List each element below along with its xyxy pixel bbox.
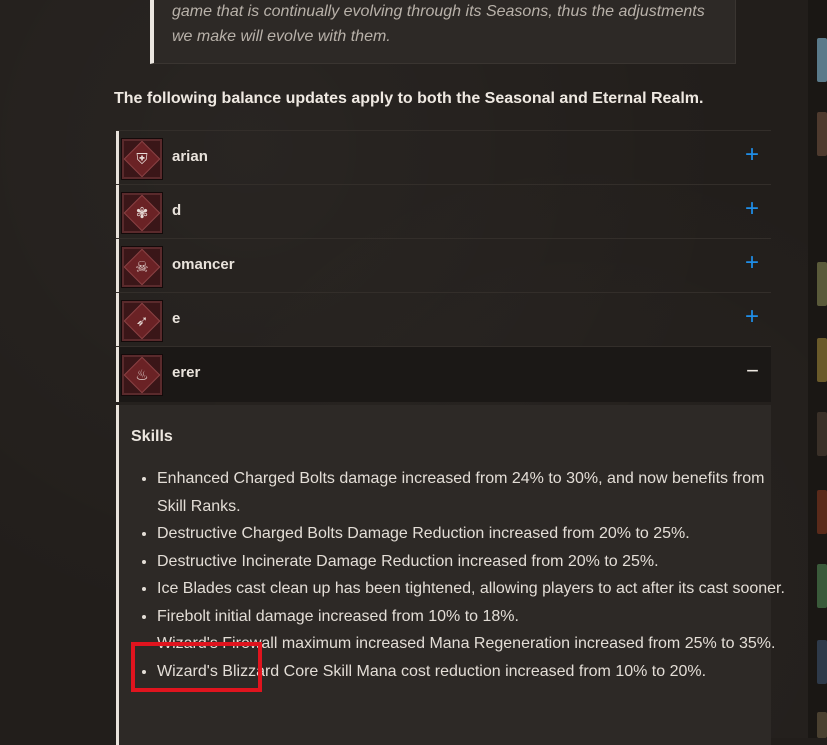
sidebar-thumbnail[interactable]	[817, 564, 827, 608]
necromancer-skull-icon: ☠	[122, 247, 162, 287]
expand-plus-icon[interactable]: +	[745, 143, 759, 167]
sidebar-thumbnail[interactable]	[817, 412, 827, 456]
list-item: Destructive Incinerate Damage Reduction …	[157, 548, 787, 576]
accordion-sorcerer[interactable]: ♨ erer −	[116, 346, 771, 402]
accordion-label: erer	[172, 364, 201, 381]
skills-title: Skills	[131, 428, 173, 445]
sidebar-thumbnail[interactable]	[817, 262, 827, 306]
list-item: Destructive Charged Bolts Damage Reducti…	[157, 520, 787, 548]
accordion-druid[interactable]: ✾ d +	[116, 184, 771, 238]
list-item: Firebolt initial damage increased from 1…	[157, 603, 787, 631]
quote-text: game that is continually evolving throug…	[172, 0, 732, 49]
quote-line: we make will evolve with them.	[172, 28, 391, 45]
expand-plus-icon[interactable]: +	[745, 251, 759, 275]
highlight-box	[131, 642, 262, 692]
panel-left-bar	[116, 405, 119, 745]
class-accordion: ⛨ arian + ✾ d + ☠ omancer + ➶ e + ♨ erer…	[116, 130, 771, 402]
sorcerer-panel: Skills Enhanced Charged Bolts damage inc…	[116, 405, 785, 745]
list-item: Enhanced Charged Bolts damage increased …	[157, 465, 787, 520]
accordion-left-bar	[116, 293, 119, 346]
barbarian-helm-icon: ⛨	[122, 139, 162, 179]
accordion-label: arian	[172, 148, 208, 165]
quote-block: game that is continually evolving throug…	[150, 0, 736, 64]
rogue-bow-icon: ➶	[122, 301, 162, 341]
sidebar-thumbnail[interactable]	[817, 112, 827, 156]
sidebar-thumbnail[interactable]	[817, 490, 827, 534]
sorcerer-flame-icon: ♨	[122, 355, 162, 395]
accordion-left-bar	[116, 185, 119, 238]
expand-plus-icon[interactable]: +	[745, 197, 759, 221]
accordion-necromancer[interactable]: ☠ omancer +	[116, 238, 771, 292]
expand-plus-icon[interactable]: +	[745, 305, 759, 329]
accordion-left-bar	[116, 239, 119, 292]
quote-line: game that is continually evolving throug…	[172, 3, 705, 20]
accordion-label: d	[172, 202, 182, 219]
accordion-barbarian[interactable]: ⛨ arian +	[116, 130, 771, 184]
sidebar-thumbnail[interactable]	[817, 338, 827, 382]
balance-heading: The following balance updates apply to b…	[114, 90, 704, 107]
sidebar-thumbnail[interactable]	[817, 38, 827, 82]
accordion-left-bar	[116, 131, 119, 184]
collapse-minus-icon[interactable]: −	[746, 359, 759, 383]
accordion-label: e	[172, 310, 181, 327]
sidebar-thumbnail[interactable]	[817, 712, 827, 738]
accordion-left-bar	[116, 347, 119, 402]
druid-paw-icon: ✾	[122, 193, 162, 233]
sidebar-thumbnail[interactable]	[817, 640, 827, 684]
accordion-rogue[interactable]: ➶ e +	[116, 292, 771, 346]
accordion-label: omancer	[172, 256, 235, 273]
list-item: Ice Blades cast clean up has been tighte…	[157, 575, 787, 603]
